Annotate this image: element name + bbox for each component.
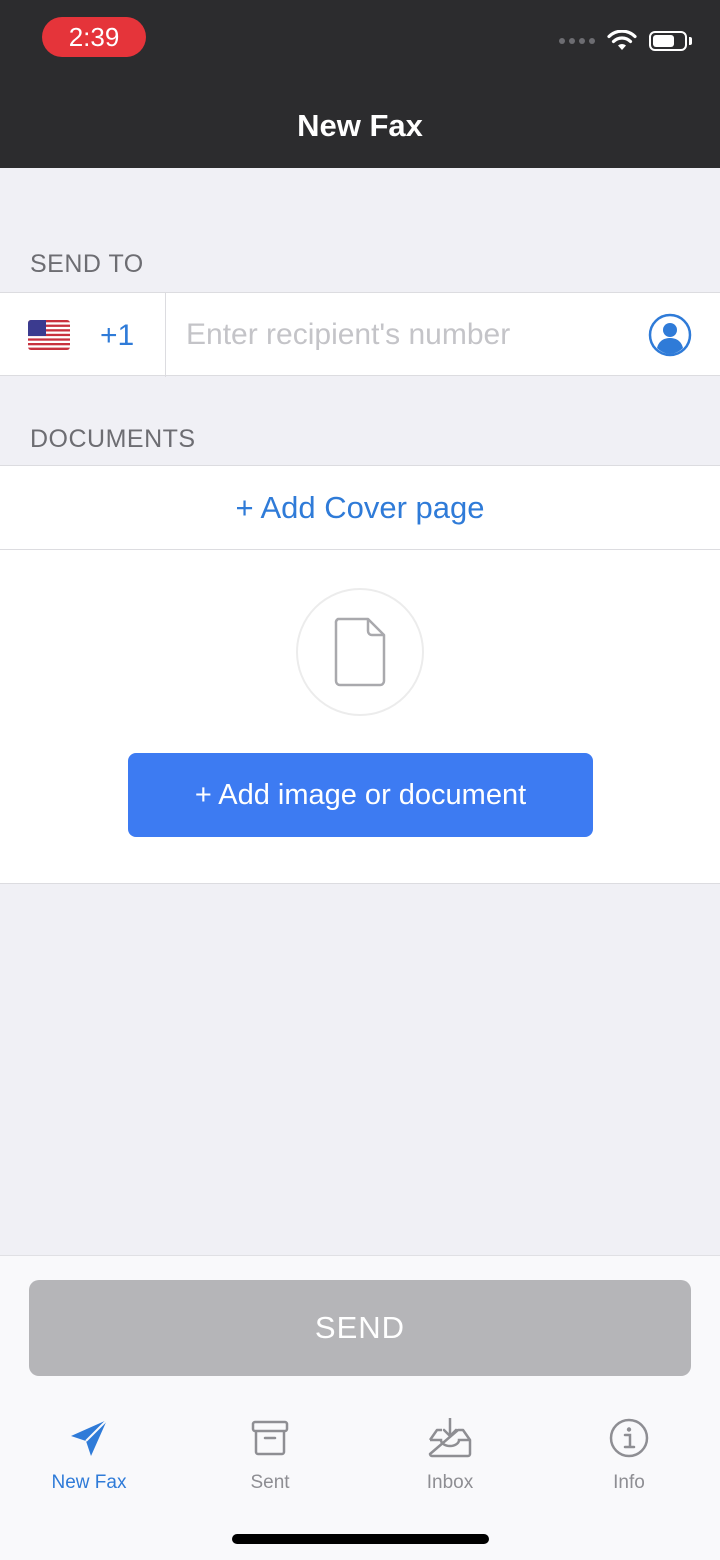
tab-label: Sent <box>250 1472 290 1493</box>
navigation-header: 2:39 New Fax <box>0 0 720 168</box>
tab-label: Info <box>613 1472 645 1493</box>
tab-label: New Fax <box>51 1472 127 1493</box>
recipient-number-input[interactable] <box>186 313 626 357</box>
cellular-signal-icon <box>559 38 595 44</box>
info-circle-icon <box>609 1418 649 1458</box>
contact-picker-icon[interactable] <box>648 313 692 357</box>
tab-info[interactable]: Info <box>549 1416 709 1494</box>
paper-plane-icon <box>71 1419 108 1456</box>
documents-area: + Add image or document <box>0 550 720 884</box>
battery-icon <box>649 31 692 51</box>
page-title: New Fax <box>297 108 423 143</box>
wifi-icon <box>607 30 637 52</box>
tab-new-fax[interactable]: New Fax <box>9 1416 169 1494</box>
home-indicator <box>232 1534 489 1544</box>
bottom-panel: SEND New Fax Sent Inbox Info <box>0 1255 720 1560</box>
document-icon <box>334 617 386 687</box>
country-code-selector[interactable]: +1 <box>100 319 134 353</box>
send-button[interactable]: SEND <box>29 1280 691 1376</box>
add-document-button[interactable]: + Add image or document <box>128 753 593 837</box>
tab-label: Inbox <box>426 1472 474 1493</box>
send-to-label: SEND TO <box>30 250 144 278</box>
tab-bar: New Fax Sent Inbox Info <box>0 1416 720 1496</box>
tab-inbox[interactable]: Inbox <box>370 1416 530 1494</box>
send-to-row: +1 <box>0 292 720 377</box>
status-time: 2:39 <box>42 17 146 57</box>
documents-label: DOCUMENTS <box>30 425 196 453</box>
field-divider <box>165 293 166 377</box>
document-placeholder <box>296 588 424 716</box>
tab-sent[interactable]: Sent <box>190 1416 350 1494</box>
status-icons <box>559 30 692 52</box>
inbox-tray-icon <box>428 1418 472 1458</box>
us-flag-icon[interactable] <box>28 320 70 350</box>
add-cover-page-button[interactable]: + Add Cover page <box>0 465 720 550</box>
archive-box-icon <box>251 1420 289 1456</box>
